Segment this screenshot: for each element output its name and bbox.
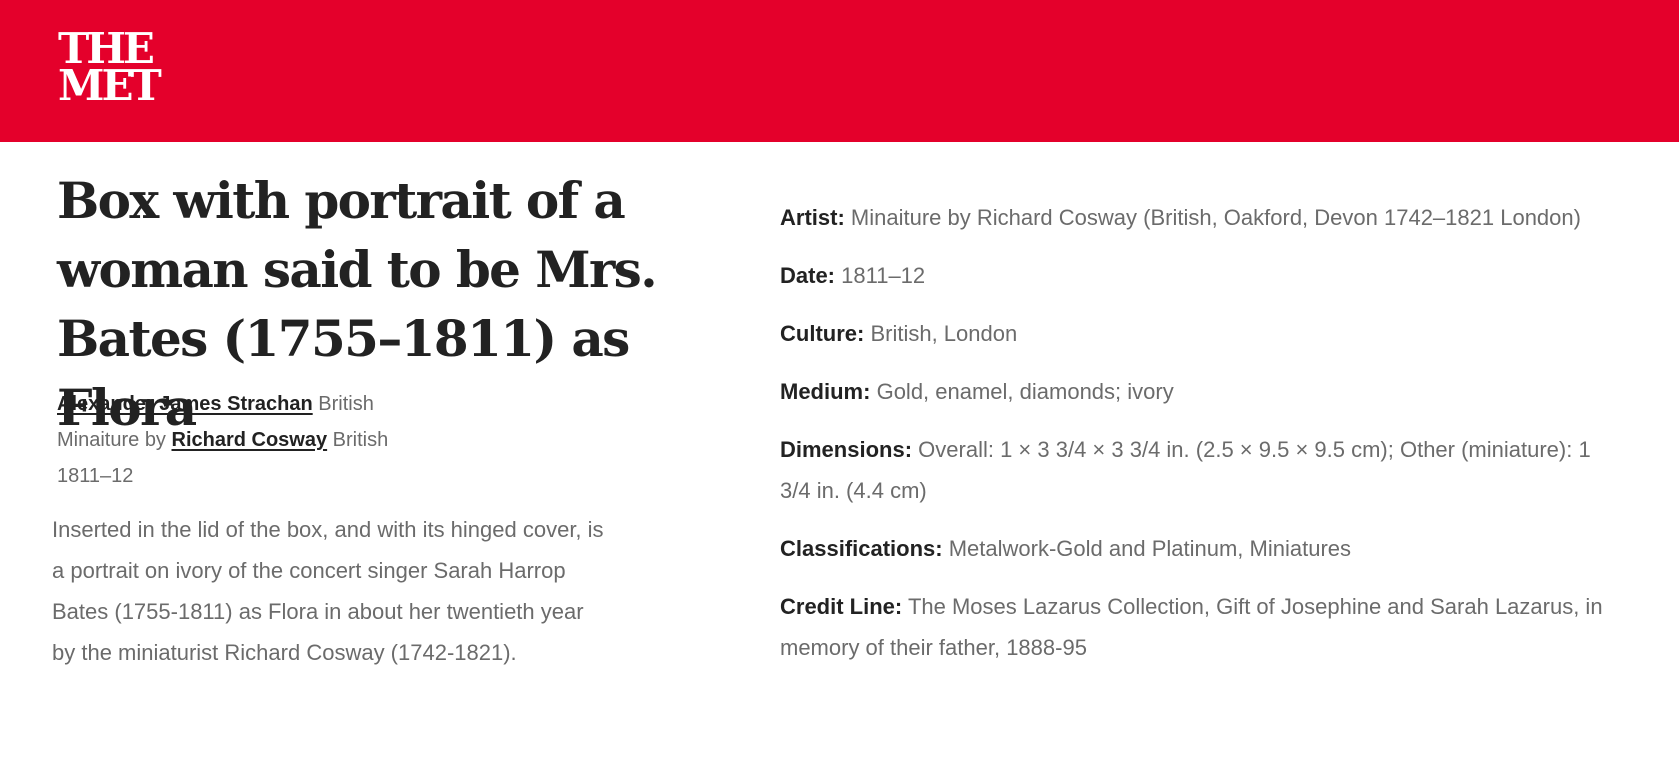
detail-classifications: Classifications: Metalwork-Gold and Plat… [780, 528, 1620, 569]
miniature-prefix: Minaiture by [57, 429, 166, 451]
detail-label: Dimensions: [780, 437, 913, 462]
detail-culture: Culture: British, London [780, 313, 1620, 354]
artwork-attribution: Alexander James Strachan British Minaitu… [57, 386, 617, 494]
detail-value: Gold, enamel, diamonds; ivory [876, 379, 1174, 404]
detail-dimensions: Dimensions: Overall: 1 × 3 3/4 × 3 3/4 i… [780, 429, 1620, 511]
miniature-row: Minaiture by Richard Cosway British [57, 422, 617, 458]
detail-label: Artist: [780, 205, 845, 230]
maker-link[interactable]: Alexander James Strachan [57, 393, 313, 415]
miniature-artist-link[interactable]: Richard Cosway [172, 429, 328, 451]
detail-value: British, London [870, 321, 1018, 346]
detail-label: Credit Line: [780, 594, 903, 619]
detail-artist: Artist: Minaiture by Richard Cosway (Bri… [780, 197, 1620, 238]
detail-label: Classifications: [780, 536, 943, 561]
detail-value: Metalwork-Gold and Platinum, Miniatures [948, 536, 1352, 561]
detail-credit-line: Credit Line: The Moses Lazarus Collectio… [780, 586, 1620, 668]
detail-label: Date: [780, 263, 836, 288]
maker-nationality: British [318, 393, 374, 415]
detail-value: The Moses Lazarus Collection, Gift of Jo… [780, 594, 1603, 660]
object-details: Artist: Minaiture by Richard Cosway (Bri… [780, 197, 1620, 685]
detail-label: Medium: [780, 379, 871, 404]
detail-medium: Medium: Gold, enamel, diamonds; ivory [780, 371, 1620, 412]
detail-label: Culture: [780, 321, 865, 346]
miniature-nationality: British [332, 429, 389, 451]
logo-line-met: MET [58, 61, 162, 110]
detail-date: Date: 1811–12 [780, 255, 1620, 296]
met-logo[interactable]: THE MET [58, 28, 162, 110]
maker-row: Alexander James Strachan British [57, 386, 617, 422]
artwork-date: 1811–12 [57, 465, 134, 487]
detail-value: Minaiture by Richard Cosway (British, Oa… [850, 205, 1581, 230]
artwork-description: Inserted in the lid of the box, and with… [52, 517, 604, 665]
site-header: THE MET [0, 0, 1679, 142]
detail-value: 1811–12 [841, 263, 926, 288]
